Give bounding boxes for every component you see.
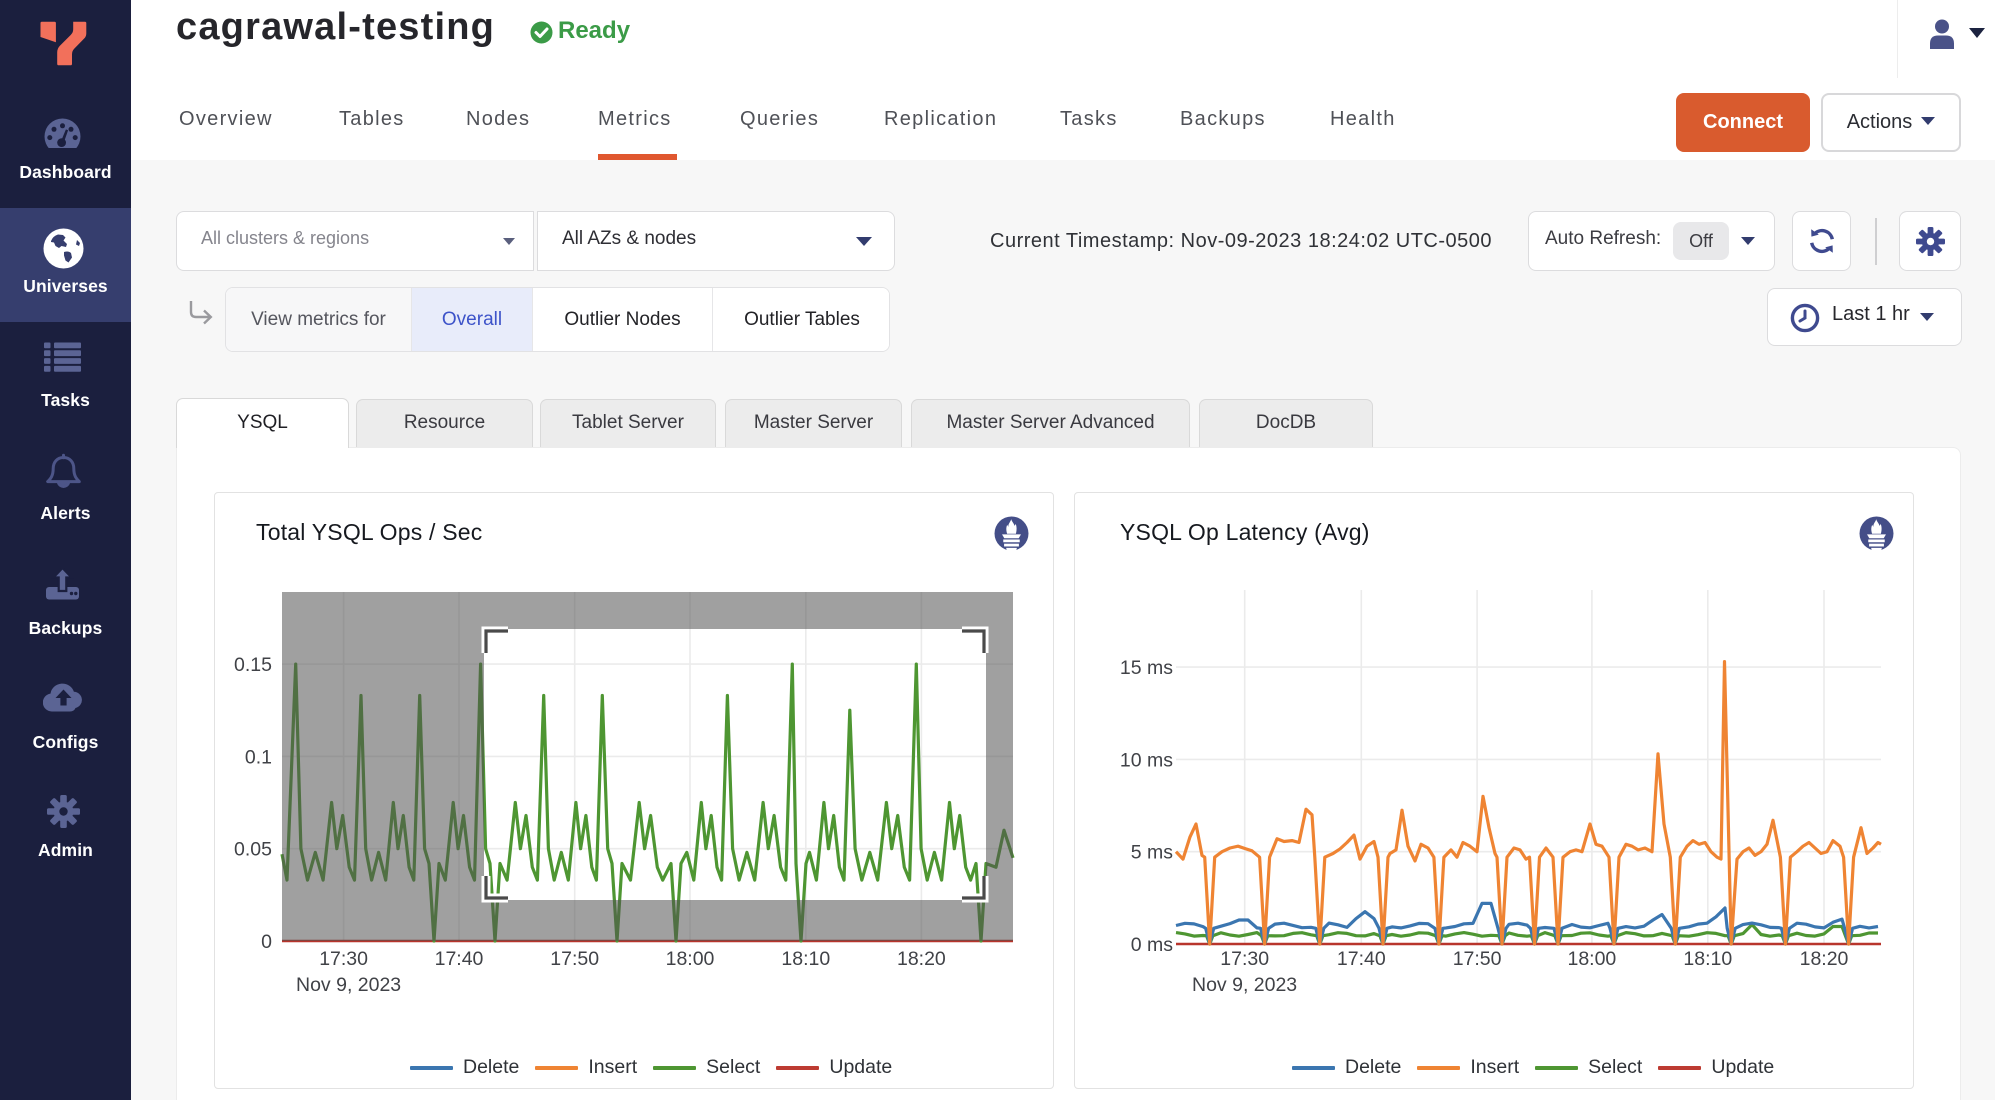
- svg-text:Nov 9, 2023: Nov 9, 2023: [1192, 974, 1297, 996]
- svg-text:18:20: 18:20: [897, 948, 946, 970]
- svg-text:18:10: 18:10: [781, 948, 830, 970]
- svg-text:18:00: 18:00: [666, 948, 715, 970]
- svg-text:10 ms: 10 ms: [1120, 749, 1173, 771]
- svg-text:0.05: 0.05: [234, 839, 272, 861]
- svg-text:17:40: 17:40: [1337, 948, 1386, 970]
- svg-text:17:40: 17:40: [435, 948, 484, 970]
- svg-text:17:30: 17:30: [319, 948, 368, 970]
- svg-text:18:00: 18:00: [1567, 948, 1616, 970]
- svg-text:15 ms: 15 ms: [1120, 657, 1173, 679]
- svg-text:17:30: 17:30: [1220, 948, 1269, 970]
- svg-text:0: 0: [261, 931, 272, 953]
- svg-text:0 ms: 0 ms: [1131, 934, 1174, 956]
- svg-text:0.15: 0.15: [234, 654, 272, 676]
- svg-text:17:50: 17:50: [550, 948, 599, 970]
- svg-text:17:50: 17:50: [1453, 948, 1502, 970]
- svg-text:18:20: 18:20: [1800, 948, 1849, 970]
- svg-text:18:10: 18:10: [1683, 948, 1732, 970]
- svg-text:5 ms: 5 ms: [1131, 842, 1174, 864]
- svg-text:0.1: 0.1: [245, 746, 272, 768]
- svg-text:Nov 9, 2023: Nov 9, 2023: [296, 974, 401, 996]
